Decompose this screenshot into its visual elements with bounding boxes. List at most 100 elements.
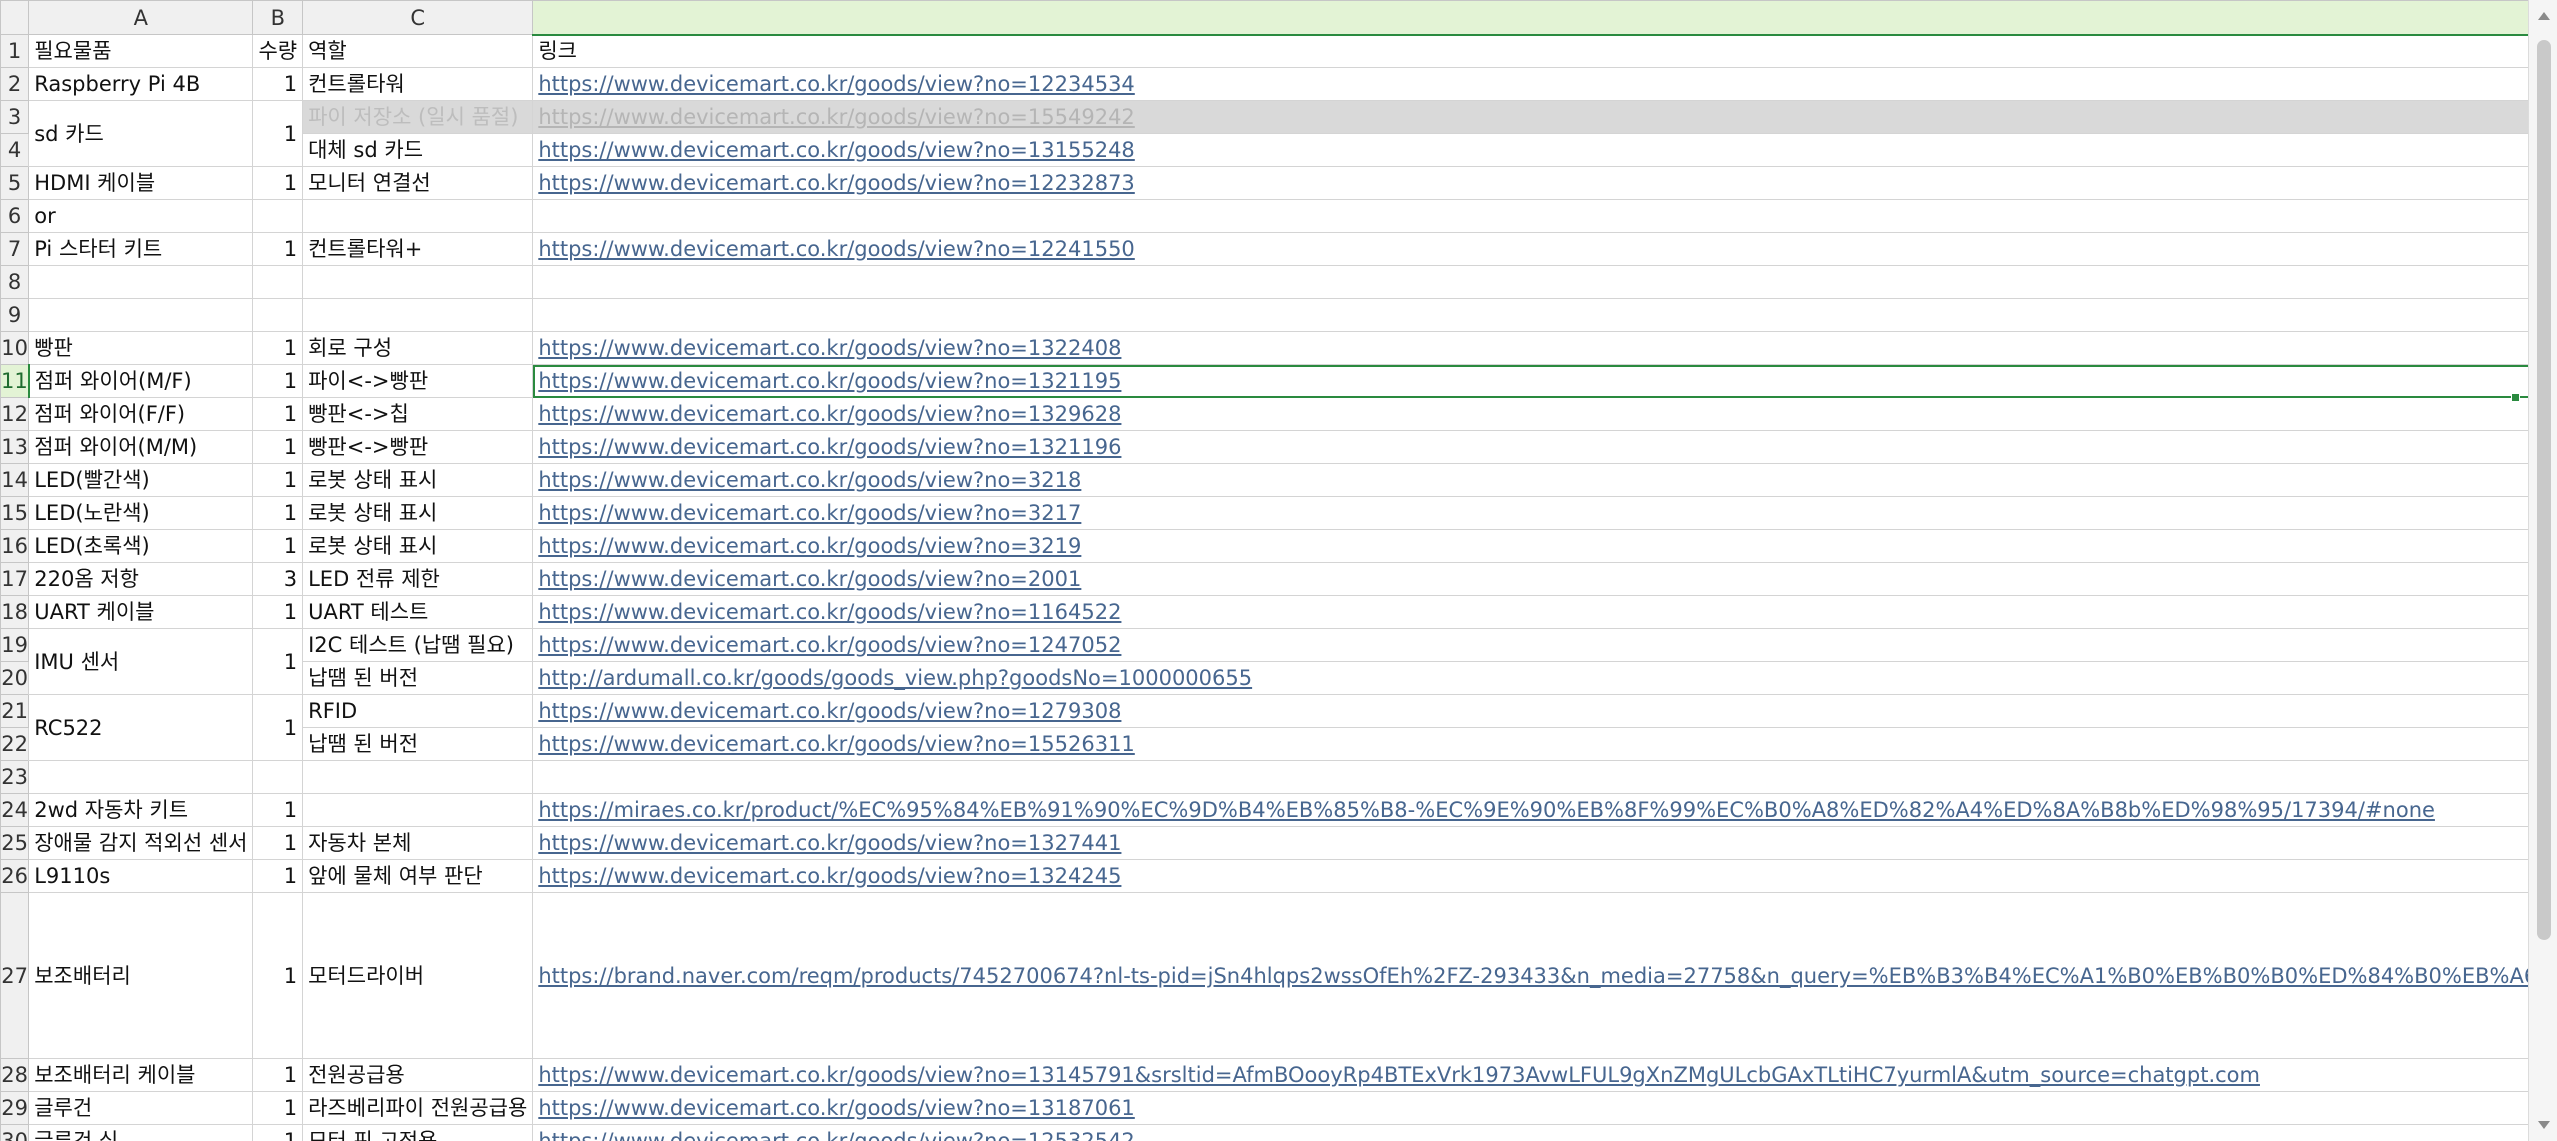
cell-d20[interactable]: http://ardumall.co.kr/goods/goods_view.p… <box>532 661 2528 695</box>
hyperlink[interactable]: https://www.devicemart.co.kr/goods/view?… <box>538 633 1121 657</box>
cell-b23[interactable] <box>252 760 304 794</box>
cell-d21[interactable]: https://www.devicemart.co.kr/goods/view?… <box>532 694 2528 728</box>
cell-b12[interactable]: 1 <box>252 397 304 431</box>
cell-a1[interactable]: 필요물품 <box>28 34 254 68</box>
cell-b27[interactable]: 1 <box>252 892 304 1059</box>
cell-d13[interactable]: https://www.devicemart.co.kr/goods/view?… <box>532 430 2528 464</box>
cell-c16[interactable]: 로봇 상태 표시 <box>302 529 534 563</box>
hyperlink[interactable]: https://www.devicemart.co.kr/goods/view?… <box>538 336 1121 360</box>
cell-c30[interactable]: 모터 핀 고정용 <box>302 1124 534 1141</box>
cell-c18[interactable]: UART 테스트 <box>302 595 534 629</box>
row-header[interactable]: 5 <box>0 166 30 200</box>
row-header[interactable]: 2 <box>0 67 30 101</box>
hyperlink[interactable]: https://www.devicemart.co.kr/goods/view?… <box>538 237 1134 261</box>
cell-b19-merged[interactable]: 1 <box>252 628 304 695</box>
row-header[interactable]: 17 <box>0 562 30 596</box>
fill-handle[interactable] <box>2511 393 2520 402</box>
column-header-b[interactable]: B <box>252 0 304 35</box>
column-header-d[interactable]: D <box>532 0 2528 36</box>
cell-a28[interactable]: 보조배터리 케이블 <box>28 1058 254 1092</box>
hyperlink[interactable]: https://brand.naver.com/reqm/products/74… <box>538 964 2528 988</box>
cell-c6[interactable] <box>302 199 534 233</box>
cell-b11[interactable]: 1 <box>252 364 304 398</box>
cell-a9[interactable] <box>28 298 254 332</box>
cell-c5[interactable]: 모니터 연결선 <box>302 166 534 200</box>
scroll-up-arrow-icon[interactable] <box>2538 12 2550 20</box>
hyperlink[interactable]: https://www.devicemart.co.kr/goods/view?… <box>538 534 1081 558</box>
cell-a10[interactable]: 빵판 <box>28 331 254 365</box>
hyperlink[interactable]: https://www.devicemart.co.kr/goods/view?… <box>538 831 1121 855</box>
cell-c10[interactable]: 회로 구성 <box>302 331 534 365</box>
cell-d29[interactable]: https://www.devicemart.co.kr/goods/view?… <box>532 1091 2528 1125</box>
cell-c15[interactable]: 로봇 상태 표시 <box>302 496 534 530</box>
cell-a19-merged[interactable]: IMU 센서 <box>28 628 254 695</box>
cell-d28[interactable]: https://www.devicemart.co.kr/goods/view?… <box>532 1058 2528 1092</box>
cell-a12[interactable]: 점퍼 와이어(F/F) <box>28 397 254 431</box>
cell-d14[interactable]: https://www.devicemart.co.kr/goods/view?… <box>532 463 2528 497</box>
cell-c17[interactable]: LED 전류 제한 <box>302 562 534 596</box>
column-header-c[interactable]: C <box>302 0 534 35</box>
cell-d17[interactable]: https://www.devicemart.co.kr/goods/view?… <box>532 562 2528 596</box>
row-header[interactable]: 3 <box>0 100 30 134</box>
row-header[interactable]: 22 <box>0 727 30 761</box>
cell-c7[interactable]: 컨트롤타워+ <box>302 232 534 266</box>
cell-a18[interactable]: UART 케이블 <box>28 595 254 629</box>
cell-c23[interactable] <box>302 760 534 794</box>
cell-d2[interactable]: https://www.devicemart.co.kr/goods/view?… <box>532 67 2528 101</box>
row-header[interactable]: 12 <box>0 397 30 431</box>
cell-d10[interactable]: https://www.devicemart.co.kr/goods/view?… <box>532 331 2528 365</box>
cell-c8[interactable] <box>302 265 534 299</box>
cell-a26[interactable]: L9110s <box>28 859 254 893</box>
hyperlink[interactable]: https://www.devicemart.co.kr/goods/view?… <box>538 1063 2260 1087</box>
row-header[interactable]: 27 <box>0 892 30 1059</box>
cell-a7[interactable]: Pi 스타터 키트 <box>28 232 254 266</box>
cell-c12[interactable]: 빵판<->칩 <box>302 397 534 431</box>
cell-b21-merged[interactable]: 1 <box>252 694 304 761</box>
cell-c13[interactable]: 빵판<->빵판 <box>302 430 534 464</box>
hyperlink[interactable]: https://www.devicemart.co.kr/goods/view?… <box>538 567 1081 591</box>
cell-b10[interactable]: 1 <box>252 331 304 365</box>
hyperlink[interactable]: http://ardumall.co.kr/goods/goods_view.p… <box>538 666 1252 690</box>
cell-d16[interactable]: https://www.devicemart.co.kr/goods/view?… <box>532 529 2528 563</box>
cell-c9[interactable] <box>302 298 534 332</box>
cell-a24[interactable]: 2wd 자동차 키트 <box>28 793 254 827</box>
row-header[interactable]: 19 <box>0 628 30 662</box>
row-header[interactable]: 21 <box>0 694 30 728</box>
cell-c11[interactable]: 파이<->빵판 <box>302 364 534 398</box>
hyperlink[interactable]: https://www.devicemart.co.kr/goods/view?… <box>538 1129 1134 1141</box>
cell-c27[interactable]: 모터드라이버 <box>302 892 534 1059</box>
row-header[interactable]: 10 <box>0 331 30 365</box>
cell-c22[interactable]: 납땜 된 버전 <box>302 727 534 761</box>
cell-d4[interactable]: https://www.devicemart.co.kr/goods/view?… <box>532 133 2528 167</box>
cell-c26[interactable]: 앞에 물체 여부 판단 <box>302 859 534 893</box>
cell-a29[interactable]: 글루건 <box>28 1091 254 1125</box>
cell-a25[interactable]: 장애물 감지 적외선 센서 <box>28 826 254 860</box>
cell-c3[interactable]: 파이 저장소 (일시 품절) <box>302 100 534 134</box>
row-header[interactable]: 20 <box>0 661 30 695</box>
column-header-a[interactable]: A <box>28 0 254 35</box>
cell-b18[interactable]: 1 <box>252 595 304 629</box>
cell-b8[interactable] <box>252 265 304 299</box>
cell-b7[interactable]: 1 <box>252 232 304 266</box>
cell-d7[interactable]: https://www.devicemart.co.kr/goods/view?… <box>532 232 2528 266</box>
cell-d6[interactable] <box>532 199 2528 233</box>
row-header[interactable]: 18 <box>0 595 30 629</box>
cell-d9[interactable] <box>532 298 2528 332</box>
row-header[interactable]: 23 <box>0 760 30 794</box>
cell-c4[interactable]: 대체 sd 카드 <box>302 133 534 167</box>
cell-a23[interactable] <box>28 760 254 794</box>
cell-c29[interactable]: 라즈베리파이 전원공급용 <box>302 1091 534 1125</box>
cell-b16[interactable]: 1 <box>252 529 304 563</box>
cell-c21[interactable]: RFID <box>302 694 534 728</box>
cell-b26[interactable]: 1 <box>252 859 304 893</box>
row-header[interactable]: 24 <box>0 793 30 827</box>
scroll-down-arrow-icon[interactable] <box>2538 1121 2550 1129</box>
hyperlink[interactable]: https://www.devicemart.co.kr/goods/view?… <box>538 72 1134 96</box>
cell-a30[interactable]: 글루건 심 <box>28 1124 254 1141</box>
hyperlink[interactable]: https://www.devicemart.co.kr/goods/view?… <box>538 105 1134 129</box>
cell-a5[interactable]: HDMI 케이블 <box>28 166 254 200</box>
cell-a14[interactable]: LED(빨간색) <box>28 463 254 497</box>
hyperlink[interactable]: https://www.devicemart.co.kr/goods/view?… <box>538 732 1134 756</box>
cell-a6[interactable]: or <box>28 199 254 233</box>
hyperlink[interactable]: https://www.devicemart.co.kr/goods/view?… <box>538 369 1121 393</box>
